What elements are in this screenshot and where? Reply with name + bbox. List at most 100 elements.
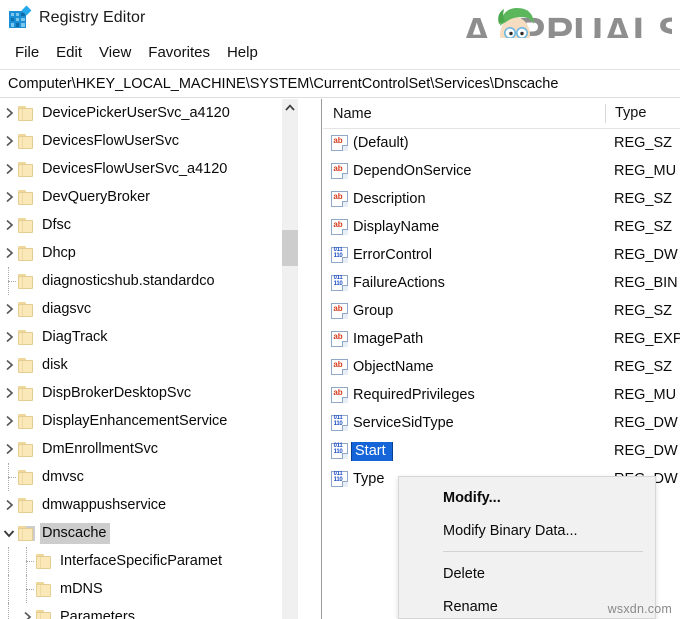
expand-chevron-icon[interactable]	[0, 323, 18, 351]
tree-item[interactable]: DmEnrollmentSvc	[0, 435, 295, 463]
column-header-name[interactable]: Name	[323, 106, 605, 122]
registry-value-row[interactable]: ab Group REG_SZ	[323, 297, 680, 325]
registry-value-type: REG_BIN	[614, 275, 678, 291]
folder-icon	[18, 413, 35, 429]
tree-item-label: InterfaceSpecificParamet	[60, 553, 222, 569]
tree-scroll-thumb[interactable]	[282, 230, 298, 266]
tree-item[interactable]: DiagTrack	[0, 323, 295, 351]
menu-edit[interactable]: Edit	[48, 42, 91, 63]
registry-value-row[interactable]: ab ObjectName REG_SZ	[323, 353, 680, 381]
folder-icon	[18, 217, 35, 233]
registry-value-row[interactable]: ab Description REG_SZ	[323, 185, 680, 213]
tree-guide	[0, 547, 18, 575]
registry-value-name: RequiredPrivileges	[353, 387, 475, 403]
tree-item[interactable]: Dhcp	[0, 239, 295, 267]
expand-chevron-icon[interactable]	[0, 211, 18, 239]
expand-chevron-icon[interactable]	[0, 239, 18, 267]
registry-value-name: (Default)	[353, 135, 409, 151]
expand-chevron-icon[interactable]	[0, 491, 18, 519]
expand-chevron-icon[interactable]	[0, 127, 18, 155]
tree-item[interactable]: Dnscache	[0, 519, 295, 547]
menu-bar: File Edit View Favorites Help	[0, 38, 680, 66]
string-value-icon: ab	[331, 303, 348, 319]
registry-value-type: REG_DW	[614, 443, 678, 459]
pane-splitter[interactable]	[310, 99, 322, 619]
tree-item[interactable]: DevQueryBroker	[0, 183, 295, 211]
folder-icon	[18, 133, 35, 149]
registry-tree: DevicePickerUserSvc_a4120 DevicesFlowUser…	[0, 99, 295, 619]
binary-value-icon: 011 110	[331, 247, 348, 263]
registry-value-row[interactable]: 011 110 FailureActions REG_BIN	[323, 269, 680, 297]
registry-value-row[interactable]: ab (Default) REG_SZ	[323, 129, 680, 157]
registry-value-name: DisplayName	[353, 219, 440, 235]
tree-item[interactable]: DevicesFlowUserSvc	[0, 127, 295, 155]
tree-item[interactable]: diagsvc	[0, 295, 295, 323]
tree-item-label: Dhcp	[42, 245, 76, 261]
context-menu-item-delete[interactable]: Delete	[399, 557, 655, 590]
registry-value-row[interactable]: ab RequiredPrivileges REG_MU	[323, 381, 680, 409]
registry-value-type: REG_MU	[614, 163, 677, 179]
expand-chevron-icon[interactable]	[0, 99, 18, 127]
context-menu-item-modify[interactable]: Modify...	[399, 481, 655, 514]
tree-item[interactable]: DisplayEnhancementService	[0, 407, 295, 435]
menu-favorites[interactable]: Favorites	[140, 42, 219, 63]
expand-chevron-icon[interactable]	[0, 407, 18, 435]
tree-item-label: diagsvc	[42, 301, 92, 317]
tree-item-label: disk	[42, 357, 68, 373]
expand-chevron-icon[interactable]	[18, 603, 36, 619]
expand-chevron-icon[interactable]	[0, 295, 18, 323]
tree-item-label: Parameters	[60, 609, 135, 619]
string-value-icon: ab	[331, 219, 348, 235]
folder-icon	[18, 105, 35, 121]
expand-chevron-icon[interactable]	[0, 351, 18, 379]
registry-value-row[interactable]: 011 110 Start REG_DW	[323, 437, 680, 465]
tree-item[interactable]: disk	[0, 351, 295, 379]
registry-value-row[interactable]: ab DependOnService REG_MU	[323, 157, 680, 185]
column-header-type[interactable]: Type	[605, 104, 680, 123]
registry-value-row[interactable]: 011 110 ServiceSidType REG_DW	[323, 409, 680, 437]
registry-value-row[interactable]: 011 110 ErrorControl REG_DW	[323, 241, 680, 269]
tree-item[interactable]: DevicesFlowUserSvc_a4120	[0, 155, 295, 183]
tree-item[interactable]: mDNS	[0, 575, 295, 603]
string-value-icon: ab	[331, 135, 348, 151]
registry-value-row[interactable]: ab ImagePath REG_EXP	[323, 325, 680, 353]
tree-item[interactable]: Parameters	[0, 603, 295, 619]
scroll-up-button[interactable]	[282, 99, 298, 116]
expand-chevron-icon[interactable]	[0, 435, 18, 463]
menu-file[interactable]: File	[7, 42, 48, 63]
string-value-icon: ab	[331, 359, 348, 375]
tree-item[interactable]: diagnosticshub.standardco	[0, 267, 295, 295]
string-value-icon: ab	[331, 163, 348, 179]
context-menu-separator	[443, 551, 643, 552]
folder-icon	[36, 581, 53, 597]
tree-scrollbar[interactable]	[282, 99, 298, 619]
tree-item[interactable]: dmvsc	[0, 463, 295, 491]
collapse-chevron-icon[interactable]	[0, 519, 18, 547]
tree-item-label: DisplayEnhancementService	[42, 413, 228, 429]
menu-view[interactable]: View	[91, 42, 140, 63]
registry-editor-icon	[8, 5, 32, 29]
expand-chevron-icon[interactable]	[0, 183, 18, 211]
registry-value-name: Description	[353, 191, 426, 207]
tree-item[interactable]: InterfaceSpecificParamet	[0, 547, 295, 575]
registry-value-name: ErrorControl	[353, 247, 432, 263]
address-bar[interactable]: Computer\HKEY_LOCAL_MACHINE\SYSTEM\Curre…	[0, 69, 680, 98]
tree-item[interactable]: dmwappushservice	[0, 491, 295, 519]
tree-item[interactable]: DevicePickerUserSvc_a4120	[0, 99, 295, 127]
folder-icon	[18, 329, 35, 345]
tree-item[interactable]: DispBrokerDesktopSvc	[0, 379, 295, 407]
expand-chevron-icon[interactable]	[0, 379, 18, 407]
registry-value-name: ImagePath	[353, 331, 424, 347]
registry-value-row[interactable]: ab DisplayName REG_SZ	[323, 213, 680, 241]
menu-help[interactable]: Help	[219, 42, 267, 63]
context-menu-item-modify-binary-data[interactable]: Modify Binary Data...	[399, 514, 655, 547]
folder-icon	[18, 525, 35, 541]
tree-item-label: dmwappushservice	[42, 497, 167, 513]
registry-value-type: REG_DW	[614, 415, 678, 431]
watermark: wsxdn.com	[607, 602, 672, 616]
tree-guide	[18, 575, 36, 603]
folder-icon	[18, 161, 35, 177]
expand-chevron-icon[interactable]	[0, 155, 18, 183]
binary-value-icon: 011 110	[331, 415, 348, 431]
tree-item[interactable]: Dfsc	[0, 211, 295, 239]
